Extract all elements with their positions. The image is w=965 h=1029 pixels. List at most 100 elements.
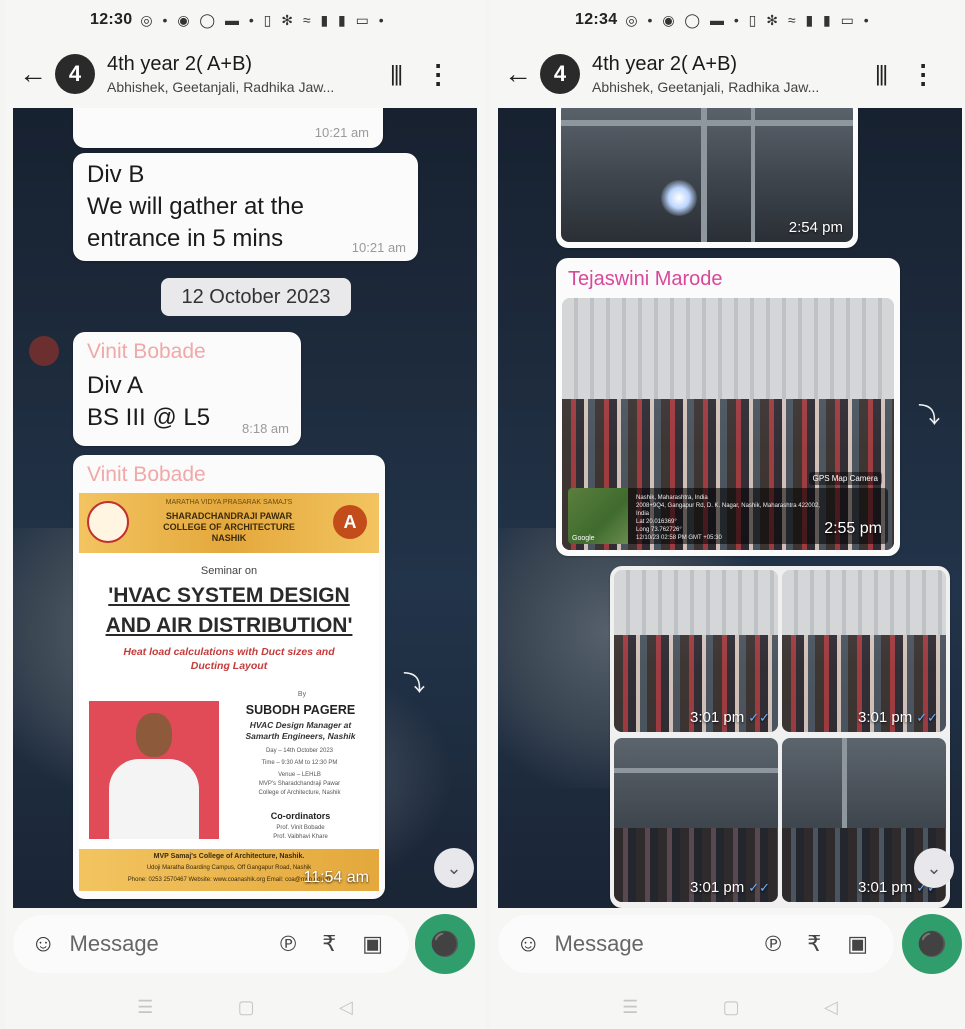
- image-message-bubble[interactable]: Tejaswini Marode GPS Map Camera Google N…: [556, 258, 900, 556]
- sticker-icon[interactable]: ☺: [516, 930, 541, 958]
- recent-apps-icon[interactable]: ☰: [137, 997, 153, 1018]
- scroll-down-button[interactable]: ⌄: [914, 848, 954, 888]
- gps-camera-label: GPS Map Camera: [808, 472, 882, 485]
- mic-button[interactable]: ⚫: [902, 914, 962, 974]
- image-message-bubble[interactable]: Vinit Bobade A MARATHA VIDYA PRASARAK SA…: [73, 455, 385, 899]
- message-bubble[interactable]: Div B We will gather at the entrance in …: [73, 153, 418, 261]
- group-title: 4th year 2( A+B): [107, 53, 253, 75]
- poster-college-line: NASHIK: [211, 533, 247, 543]
- grid-photo[interactable]: 3:01 pm ✓✓: [782, 570, 946, 732]
- forward-icon[interactable]: ⤵: [403, 666, 425, 698]
- message-time: 3:01 pm ✓✓: [690, 879, 770, 896]
- camera-icon[interactable]: ▣: [362, 931, 383, 957]
- grid-photo[interactable]: 3:01 pm ✓✓: [614, 738, 778, 902]
- speaker-name: SUBODH PAGERE: [245, 703, 356, 717]
- gps-text: Nashik, Maharashtra, India 2008+9Q4, Gan…: [636, 494, 828, 542]
- home-icon[interactable]: ▢: [238, 997, 255, 1018]
- grid-photo[interactable]: 3:01 pm ✓✓: [614, 570, 778, 732]
- status-time: 12:34: [575, 11, 618, 28]
- chat-wallpaper: 10:21 am Div B We will gather at the ent…: [13, 108, 477, 908]
- college-seal-logo: [87, 501, 129, 543]
- poster-footer-line: MVP Samaj's College of Architecture, Nas…: [153, 853, 305, 860]
- message-bubble[interactable]: Vinit Bobade Div A BS III @ L5 8:18 am: [73, 332, 301, 446]
- message-input[interactable]: Message: [70, 931, 280, 957]
- chat-title-block[interactable]: 4th year 2( A+B) Abhishek, Geetanjali, R…: [107, 53, 372, 95]
- back-nav-icon[interactable]: ◁: [824, 997, 838, 1018]
- message-time-text: 3:01 pm: [858, 879, 913, 896]
- attach-icon[interactable]: ℗: [280, 931, 296, 957]
- payment-icon[interactable]: ₹: [322, 931, 336, 957]
- poster-seminar-label: Seminar on: [200, 565, 258, 577]
- message-time: 3:01 pm ✓✓: [858, 709, 938, 726]
- image-grid-bubble[interactable]: 3:01 pm ✓✓ 3:01 pm ✓✓ 3:01 pm ✓✓ 3:01 pm ✓✓: [610, 566, 950, 908]
- message-composer[interactable]: ☺ Message ℗ ₹ ▣: [13, 915, 409, 973]
- back-arrow-icon[interactable]: ←: [19, 58, 55, 90]
- speaker-head: [136, 713, 172, 757]
- poster-subtitle-line: Heat load calculations with Duct sizes a…: [123, 646, 335, 658]
- sender-name: Vinit Bobade: [87, 340, 206, 363]
- speaker-role-line: HVAC Design Manager at: [249, 720, 352, 730]
- speaker-role: HVAC Design Manager at Samarth Engineers…: [224, 720, 377, 742]
- read-ticks-icon: ✓✓: [748, 880, 770, 895]
- voice-chat-icon[interactable]: |||: [390, 61, 403, 87]
- photo-beam: [614, 768, 778, 773]
- gps-line: Nashik, Maharashtra, India: [636, 495, 708, 501]
- system-nav-bar: ☰ ▢ ◁: [5, 985, 485, 1029]
- back-nav-icon[interactable]: ◁: [339, 997, 353, 1018]
- seminar-poster[interactable]: A MARATHA VIDYA PRASARAK SAMAJ'S SHARADC…: [79, 493, 379, 893]
- status-time: 12:30: [90, 11, 133, 28]
- poster-title-line: AND AIR DISTRIBUTION': [105, 614, 353, 637]
- photo-site-visit-group[interactable]: GPS Map Camera Google Nashik, Maharashtr…: [562, 298, 894, 550]
- read-ticks-icon: ✓✓: [748, 710, 770, 725]
- message-bubble[interactable]: 10:21 am: [73, 108, 383, 148]
- photo-duct-ceiling[interactable]: 2:54 pm: [561, 108, 853, 242]
- read-ticks-icon: ✓✓: [916, 710, 938, 725]
- image-message-bubble[interactable]: 2:54 pm: [556, 108, 858, 248]
- message-input[interactable]: Message: [555, 931, 765, 957]
- message-time-text: 3:01 pm: [858, 709, 913, 726]
- message-line: Div B: [87, 161, 145, 188]
- chat-header: ← 4 4th year 2( A+B) Abhishek, Geetanjal…: [5, 40, 485, 108]
- event-time: Time – 9:30 AM to 12:30 PM: [261, 760, 338, 766]
- sticker-icon[interactable]: ☺: [31, 930, 56, 958]
- message-composer[interactable]: ☺ Message ℗ ₹ ▣: [498, 915, 894, 973]
- message-time: 3:01 pm ✓✓: [690, 709, 770, 726]
- speaker-role-line: Samarth Engineers, Nashik: [245, 731, 356, 741]
- attach-icon[interactable]: ℗: [765, 931, 781, 957]
- chat-header: ← 4 4th year 2( A+B) Abhishek, Geetanjal…: [490, 40, 965, 108]
- speaker-photo: [89, 701, 219, 839]
- poster-subtitle-line: Ducting Layout: [190, 660, 268, 672]
- event-venue-line: College of Architecture, Nashik: [258, 790, 341, 796]
- home-icon[interactable]: ▢: [723, 997, 740, 1018]
- voice-chat-icon[interactable]: |||: [875, 61, 888, 87]
- group-members: Abhishek, Geetanjali, Radhika Jaw...: [592, 79, 820, 95]
- more-options-icon[interactable]: ⋮: [425, 59, 451, 90]
- message-text: Div B We will gather at the entrance in …: [87, 159, 304, 255]
- poster-title: 'HVAC SYSTEM DESIGN AND AIR DISTRIBUTION…: [89, 581, 369, 641]
- gps-line: Lat 20.016369°: [636, 519, 677, 525]
- coordinator: Prof. Vaibhavi Khare: [273, 834, 328, 840]
- event-day: Day – 14th October 2023: [265, 748, 334, 754]
- coordinators-heading: Co-ordinators: [270, 811, 331, 821]
- poster-org: MARATHA VIDYA PRASARAK SAMAJ'S: [165, 499, 293, 506]
- forward-icon[interactable]: ⤵: [918, 398, 940, 430]
- phone-screen-right: 12:34 ◎ • ◉ ◯ ▬ • ▯ ✻ ≈ ▮ ▮ ▭ • ← 4 4th …: [490, 0, 965, 1029]
- group-avatar[interactable]: 4: [540, 54, 580, 94]
- chat-title-block[interactable]: 4th year 2( A+B) Abhishek, Geetanjali, R…: [592, 53, 857, 95]
- sender-name: Vinit Bobade: [87, 463, 206, 486]
- gps-line: Long 73.762726°: [636, 527, 682, 533]
- sender-avatar[interactable]: [29, 336, 59, 366]
- recent-apps-icon[interactable]: ☰: [622, 997, 638, 1018]
- more-options-icon[interactable]: ⋮: [910, 59, 936, 90]
- message-time: 11:54 am: [303, 869, 369, 886]
- payment-icon[interactable]: ₹: [807, 931, 821, 957]
- mic-button[interactable]: ⚫: [415, 914, 475, 974]
- message-text: Div A BS III @ L5: [87, 370, 210, 434]
- group-avatar[interactable]: 4: [55, 54, 95, 94]
- google-label: Google: [572, 535, 595, 542]
- scroll-down-button[interactable]: ⌄: [434, 848, 474, 888]
- camera-icon[interactable]: ▣: [847, 931, 868, 957]
- coordinator: Prof. Vinit Bobade: [276, 825, 325, 831]
- chat-wallpaper: 2:54 pm Tejaswini Marode GPS Map Camera …: [498, 108, 962, 908]
- back-arrow-icon[interactable]: ←: [504, 58, 540, 90]
